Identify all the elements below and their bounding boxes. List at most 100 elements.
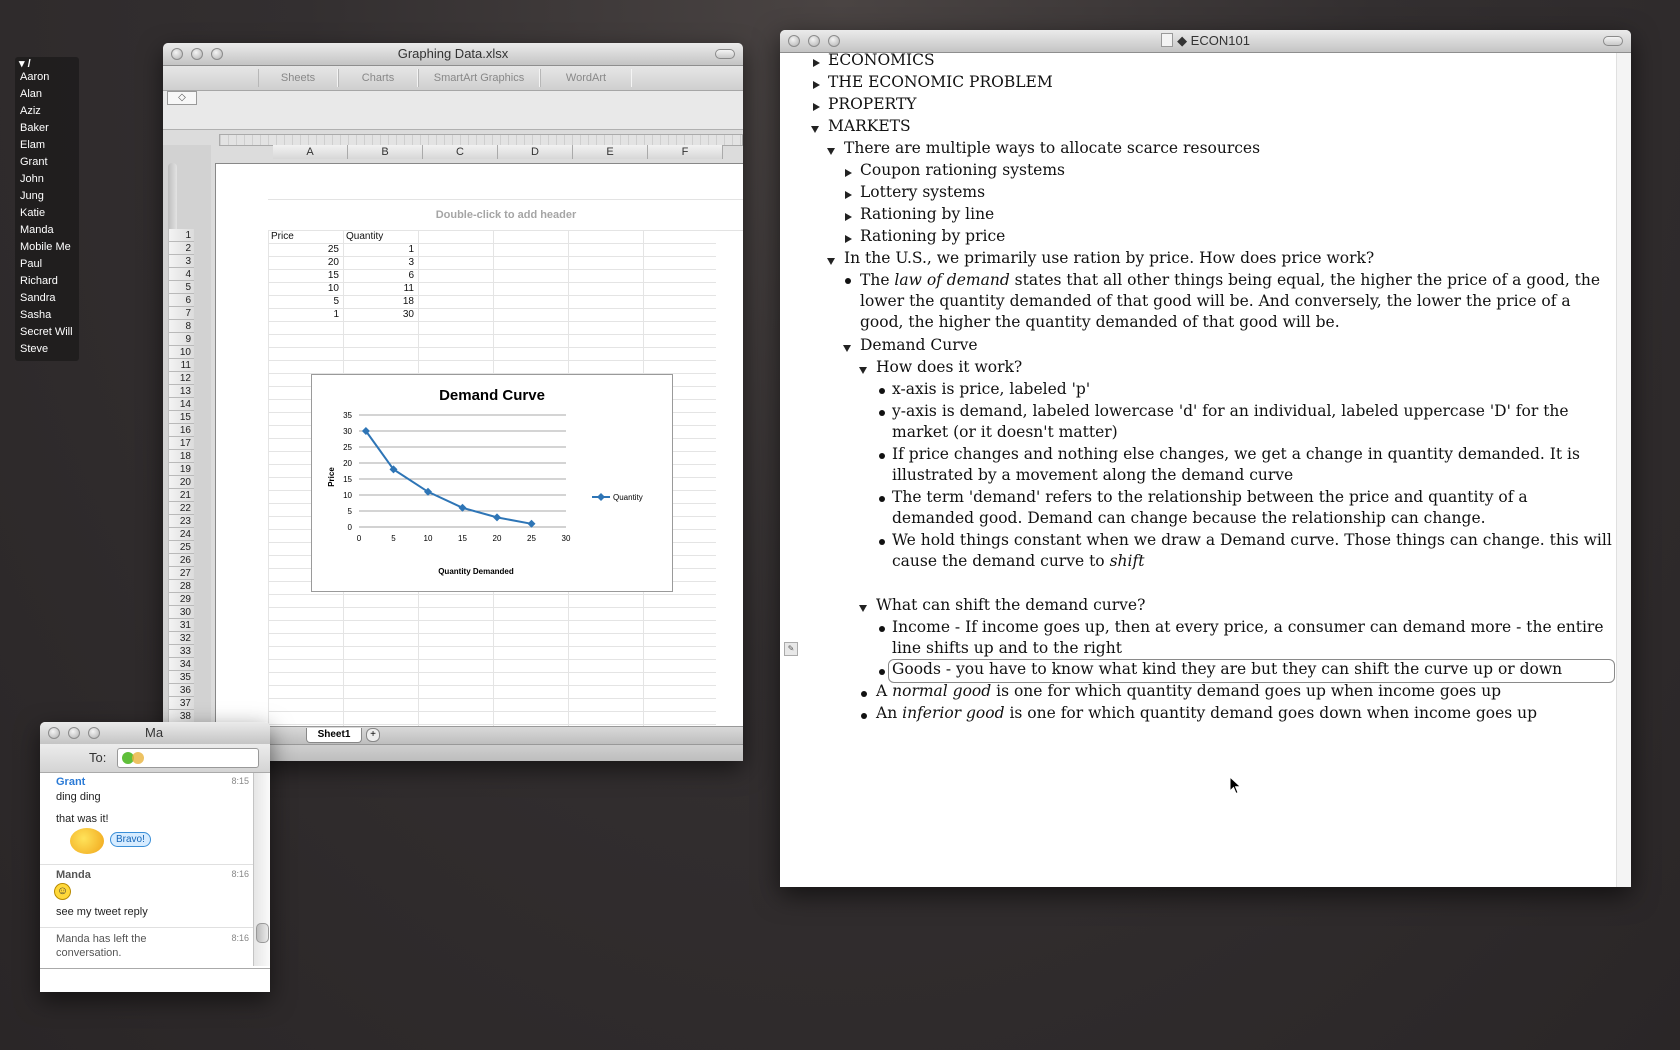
outline-item[interactable]: Demand Curve (860, 336, 978, 354)
row-header[interactable]: 16 (169, 424, 194, 437)
outline-item[interactable]: A normal good is one for which quantity … (876, 682, 1501, 700)
scroll-thumb[interactable] (256, 923, 269, 943)
row-header[interactable]: 29 (169, 593, 194, 606)
recipient-field[interactable] (117, 748, 259, 768)
row-header[interactable]: 30 (169, 606, 194, 619)
buddy-group-header[interactable]: ▾ / (19, 57, 31, 70)
disclosure-collapsed-icon[interactable] (813, 103, 820, 111)
row-header[interactable]: 37 (169, 697, 194, 710)
cell-price[interactable]: 25 (271, 243, 339, 256)
column-header[interactable]: B (348, 145, 423, 159)
disclosure-expanded-icon[interactable] (859, 605, 867, 612)
buddy-item[interactable]: Steve (20, 343, 48, 355)
row-header[interactable]: 13 (169, 385, 194, 398)
disclosure-collapsed-icon[interactable] (845, 213, 852, 221)
disclosure-expanded-icon[interactable] (827, 258, 835, 265)
row-header[interactable]: 8 (169, 320, 194, 333)
row-header[interactable]: 10 (169, 346, 194, 359)
outline-item[interactable]: There are multiple ways to allocate scar… (844, 139, 1260, 157)
buddy-item[interactable]: Jung (20, 190, 44, 202)
cell-price[interactable]: 15 (271, 269, 339, 282)
row-header[interactable]: 3 (169, 255, 194, 268)
add-sheet-button[interactable]: + (366, 728, 380, 742)
disclosure-collapsed-icon[interactable] (845, 169, 852, 177)
outline-item[interactable]: Lottery systems (860, 183, 985, 201)
buddy-item[interactable]: Elam (20, 139, 45, 151)
outline-item-selected[interactable]: Goods - you have to know what kind they … (892, 660, 1562, 678)
column-header[interactable]: F (648, 145, 723, 159)
disclosure-collapsed-icon[interactable] (813, 59, 820, 67)
outline-item[interactable]: If price changes and nothing else change… (892, 444, 1612, 486)
row-header[interactable]: 20 (169, 476, 194, 489)
row-header[interactable]: 2 (169, 242, 194, 255)
buddy-item[interactable]: Baker (20, 122, 49, 134)
row-header[interactable]: 27 (169, 567, 194, 580)
cell-price[interactable]: 10 (271, 282, 339, 295)
buddy-item[interactable]: Aaron (20, 71, 49, 83)
row-header[interactable]: 35 (169, 671, 194, 684)
cell-quantity[interactable]: 30 (346, 308, 414, 321)
row-header[interactable]: 5 (169, 281, 194, 294)
minimize-button[interactable] (68, 727, 80, 739)
row-header[interactable]: 25 (169, 541, 194, 554)
disclosure-expanded-icon[interactable] (811, 126, 819, 133)
row-header[interactable]: 6 (169, 294, 194, 307)
cell-quantity[interactable]: 3 (346, 256, 414, 269)
row-header[interactable]: 17 (169, 437, 194, 450)
outline-item[interactable]: Rationing by price (860, 227, 1005, 245)
row-header[interactable]: 14 (169, 398, 194, 411)
column-header[interactable]: C (423, 145, 498, 159)
row-header[interactable]: 36 (169, 684, 194, 697)
column-header[interactable]: D (498, 145, 573, 159)
buddy-item[interactable]: Alan (20, 88, 42, 100)
row-header[interactable]: 23 (169, 515, 194, 528)
buddy-item[interactable]: Sandra (20, 292, 55, 304)
cell-price[interactable]: 20 (271, 256, 339, 269)
buddy-item[interactable]: Sasha (20, 309, 51, 321)
buddy-item[interactable]: Paul (20, 258, 42, 270)
row-header[interactable]: 28 (169, 580, 194, 593)
note-icon[interactable]: ✎ (784, 642, 798, 656)
cell-quantity[interactable]: 11 (346, 282, 414, 295)
view-toggle-icon[interactable]: ◇ (167, 91, 197, 105)
tab-sheets[interactable]: Sheets (258, 69, 338, 87)
outline-item[interactable]: Income - If income goes up, then at ever… (892, 617, 1617, 659)
row-header[interactable]: 11 (169, 359, 194, 372)
disclosure-expanded-icon[interactable] (827, 148, 835, 155)
row-header[interactable]: 24 (169, 528, 194, 541)
outline-item[interactable]: Coupon rationing systems (860, 161, 1065, 179)
vertical-scrollbar[interactable] (253, 773, 270, 966)
tab-charts[interactable]: Charts (338, 69, 418, 87)
cell-price[interactable]: 1 (271, 308, 339, 321)
cell-price[interactable]: 5 (271, 295, 339, 308)
excel-titlebar[interactable]: Graphing Data.xlsx (163, 43, 743, 66)
outline-item[interactable]: x-axis is price, labeled 'p' (892, 380, 1090, 398)
outline-item[interactable]: How does it work? (876, 358, 1022, 376)
row-header[interactable]: 22 (169, 502, 194, 515)
outline-item-law-of-demand[interactable]: The law of demand states that all other … (860, 270, 1610, 333)
sheet-tab[interactable]: Sheet1 (306, 728, 362, 743)
outline-item[interactable]: y-axis is demand, labeled lowercase 'd' … (892, 401, 1612, 443)
buddy-item[interactable]: Manda (20, 224, 54, 236)
row-header[interactable]: 7 (169, 307, 194, 320)
buddy-item[interactable]: John (20, 173, 44, 185)
outline-item[interactable]: PROPERTY (828, 95, 917, 113)
disclosure-collapsed-icon[interactable] (813, 81, 820, 89)
tab-smartart[interactable]: SmartArt Graphics (418, 69, 540, 87)
zoom-button[interactable] (88, 727, 100, 739)
disclosure-collapsed-icon[interactable] (845, 191, 852, 199)
outline-item[interactable]: MARKETS (828, 117, 911, 135)
vertical-scrollbar[interactable] (1616, 53, 1631, 887)
buddy-item[interactable]: Secret Will (20, 326, 73, 338)
buddy-item[interactable]: Richard (20, 275, 58, 287)
outline-item[interactable]: The term 'demand' refers to the relation… (892, 487, 1612, 529)
outline-item[interactable]: In the U.S., we primarily use ration by … (844, 249, 1374, 267)
outline-titlebar[interactable]: ◆ ECON101 (780, 30, 1631, 53)
disclosure-expanded-icon[interactable] (859, 367, 867, 374)
outline-item[interactable]: We hold things constant when we draw a D… (892, 530, 1612, 572)
buddy-item[interactable]: Katie (20, 207, 45, 219)
row-header[interactable]: 34 (169, 658, 194, 671)
cell-quantity[interactable]: 1 (346, 243, 414, 256)
cell-quantity[interactable]: 6 (346, 269, 414, 282)
outline-item[interactable]: THE ECONOMIC PROBLEM (828, 73, 1053, 91)
